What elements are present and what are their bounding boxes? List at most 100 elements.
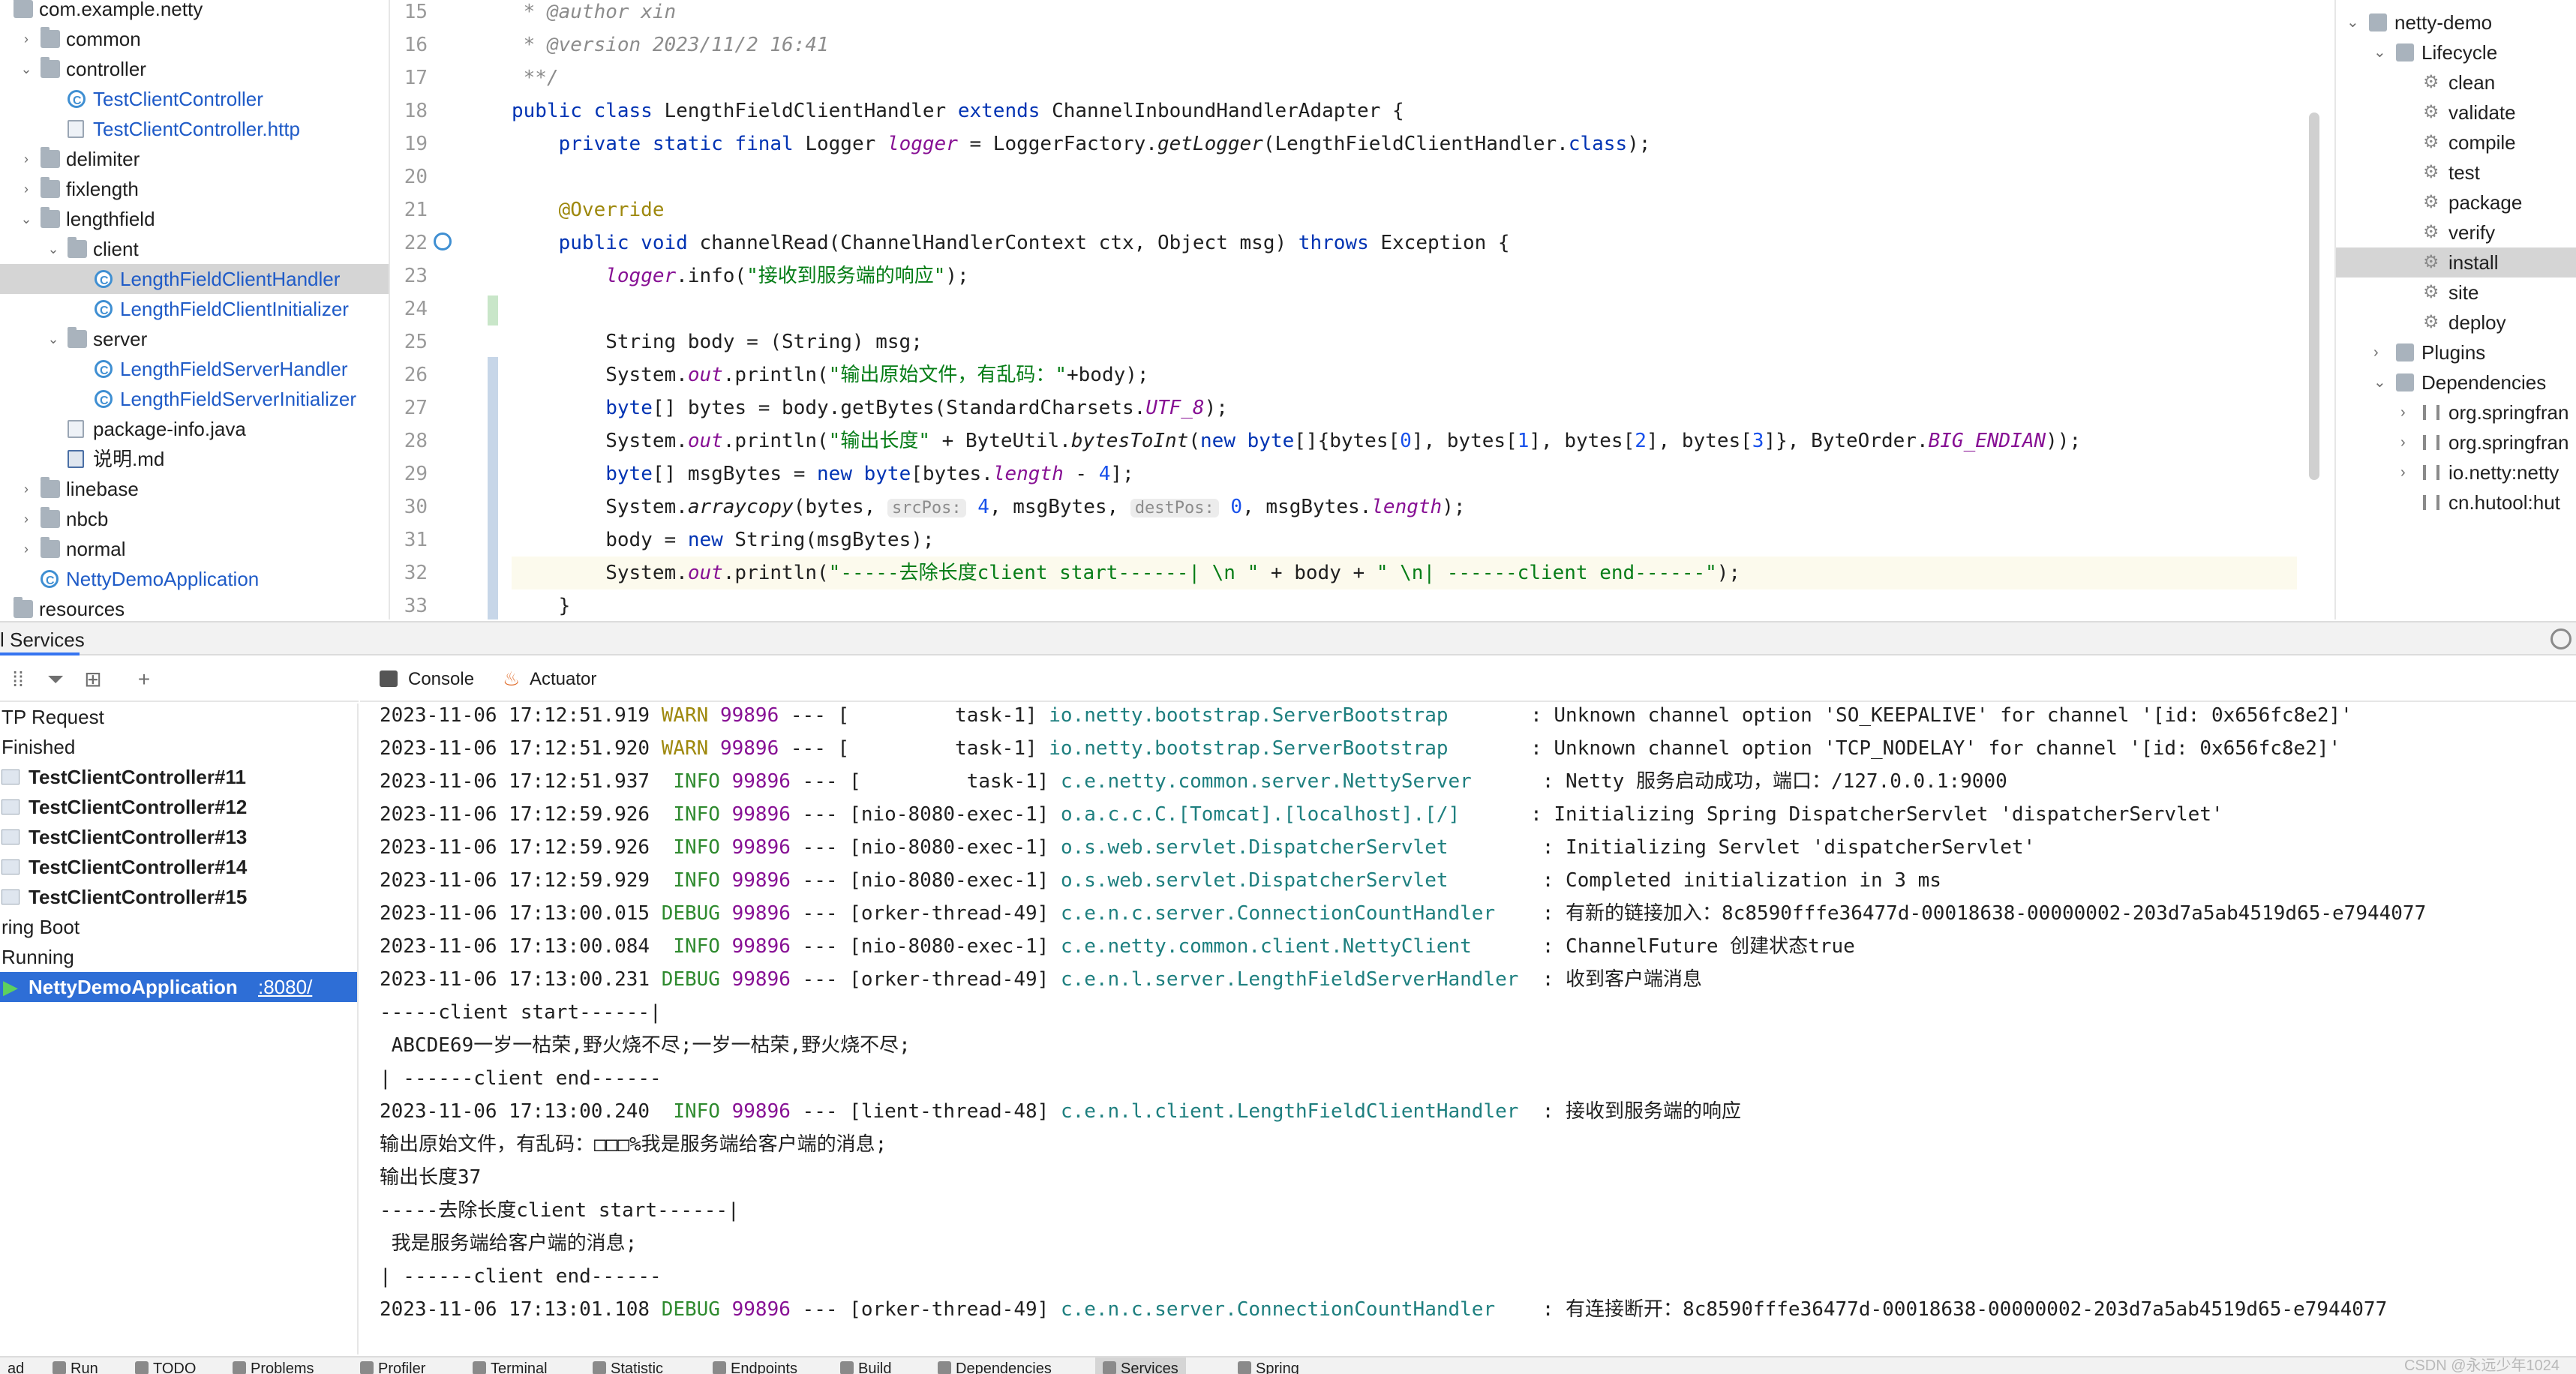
bottom-tab[interactable]: Endpoints xyxy=(705,1358,805,1374)
bottom-tab[interactable]: Terminal xyxy=(465,1358,555,1374)
code-line[interactable]: logger.info("接收到服务端的响应"); xyxy=(512,260,2297,292)
override-icon[interactable] xyxy=(434,232,452,250)
tree-item[interactable]: › nbcb xyxy=(0,504,389,534)
maven-item[interactable]: ⚙ compile xyxy=(2336,128,2576,158)
bottom-tab[interactable]: Services xyxy=(1095,1358,1186,1374)
tree-item[interactable]: LengthFieldServerInitializer xyxy=(0,384,389,416)
tree-item[interactable]: com.example.netty xyxy=(0,0,389,24)
tab-actuator[interactable]: Actuator xyxy=(530,657,596,702)
tree-item[interactable]: ⌄ client xyxy=(0,234,389,264)
add-icon[interactable]: + xyxy=(132,668,156,692)
chevron-right-icon[interactable]: › xyxy=(18,474,35,504)
bottom-tab[interactable]: Statistic xyxy=(585,1358,671,1374)
code-line[interactable]: System.arraycopy(bytes, srcPos: 4, msgBy… xyxy=(512,490,2297,524)
service-item[interactable]: ▶ NettyDemoApplication:8080/ xyxy=(0,972,357,1002)
bottom-tab[interactable]: Problems xyxy=(225,1358,321,1374)
chevron-right-icon[interactable]: › xyxy=(2373,338,2379,368)
chevron-right-icon[interactable]: › xyxy=(18,504,35,534)
bottom-tab[interactable]: Run xyxy=(45,1358,106,1374)
chevron-down-icon[interactable]: ⌄ xyxy=(18,54,35,84)
service-item[interactable]: ring Boot xyxy=(0,912,357,942)
editor-scrollbar[interactable] xyxy=(2309,112,2319,480)
service-item[interactable]: TestClientController#11 xyxy=(0,762,357,792)
chevron-right-icon[interactable]: › xyxy=(18,24,35,54)
service-item[interactable]: TP Request xyxy=(0,704,357,732)
code-line[interactable]: System.out.println("输出长度" + ByteUtil.byt… xyxy=(512,424,2297,458)
tree-item[interactable]: resources xyxy=(0,594,389,620)
maven-item[interactable]: ⚙ validate xyxy=(2336,98,2576,128)
service-item[interactable]: Finished xyxy=(0,732,357,762)
bottom-tab[interactable]: Build xyxy=(833,1358,899,1374)
chevron-right-icon[interactable]: › xyxy=(2400,458,2406,488)
service-item[interactable]: TestClientController#15 xyxy=(0,882,357,912)
chevron-down-icon[interactable]: ⌄ xyxy=(45,324,62,354)
code-line[interactable]: public void channelRead(ChannelHandlerCo… xyxy=(512,226,2297,260)
chevron-down-icon[interactable]: ⌄ xyxy=(18,204,35,234)
maven-item[interactable]: ⚙ test xyxy=(2336,158,2576,188)
port-link[interactable]: :8080/ xyxy=(258,972,312,1002)
maven-item[interactable]: ⌄ netty-demo xyxy=(2336,8,2576,38)
tree-item[interactable]: LengthFieldClientInitializer xyxy=(0,294,389,326)
tree-item[interactable]: ⌄ lengthfield xyxy=(0,204,389,234)
gear-icon[interactable] xyxy=(2550,628,2571,650)
service-item[interactable]: TestClientController#13 xyxy=(0,822,357,852)
tree-item[interactable]: › common xyxy=(0,24,389,54)
code-line[interactable]: byte[] msgBytes = new byte[bytes.length … xyxy=(512,458,2297,490)
maven-item[interactable]: cn.hutool:hut xyxy=(2336,488,2576,518)
service-item[interactable]: TestClientController#14 xyxy=(0,852,357,882)
service-item[interactable]: TestClientController#12 xyxy=(0,792,357,822)
tree-item[interactable]: TestClientController.http xyxy=(0,114,389,144)
tree-item[interactable]: › delimiter xyxy=(0,144,389,174)
filter-icon[interactable]: ⏷ xyxy=(44,668,68,692)
code-line[interactable]: System.out.println("输出原始文件，有乱码："+body); xyxy=(512,358,2297,392)
tree-item[interactable]: LengthFieldClientHandler xyxy=(0,264,389,296)
new-tab-icon[interactable]: ⊞ xyxy=(81,668,105,692)
chevron-right-icon[interactable]: › xyxy=(18,144,35,174)
tree-item[interactable]: › linebase xyxy=(0,474,389,504)
tree-item[interactable]: LengthFieldServerHandler xyxy=(0,354,389,386)
maven-item[interactable]: ⌄ Dependencies xyxy=(2336,368,2576,398)
code-line[interactable]: **/ xyxy=(512,62,2297,94)
maven-item[interactable]: ⚙ clean xyxy=(2336,68,2576,98)
maven-item[interactable]: ⌄ Lifecycle xyxy=(2336,38,2576,68)
code-line[interactable]: * @version 2023/11/2 16:41 xyxy=(512,28,2297,62)
code-line[interactable]: System.out.println("-----去除长度client star… xyxy=(512,556,2297,590)
code-line[interactable]: @Override xyxy=(512,194,2297,226)
maven-item[interactable]: › org.springfran xyxy=(2336,428,2576,458)
maven-item[interactable]: ⚙ package xyxy=(2336,188,2576,218)
maven-item[interactable]: ⚙ install xyxy=(2336,248,2576,278)
tree-item[interactable]: › normal xyxy=(0,534,389,564)
tree-item[interactable]: package-info.java xyxy=(0,414,389,444)
tree-item[interactable]: ⌄ controller xyxy=(0,54,389,84)
maven-item[interactable]: ⚙ verify xyxy=(2336,218,2576,248)
chevron-down-icon[interactable]: ⌄ xyxy=(2373,38,2386,68)
chevron-right-icon[interactable]: › xyxy=(2400,428,2406,458)
tree-item[interactable]: ⌄ server xyxy=(0,324,389,354)
tree-item[interactable]: TestClientController xyxy=(0,84,389,116)
code-editor[interactable]: 15 16 17 18 19 20 21 22 23 24 25 26 27 28 29 30 31 32 33 *… xyxy=(392,0,2333,620)
bottom-tab[interactable]: Dependencies xyxy=(930,1358,1059,1374)
chevron-right-icon[interactable]: › xyxy=(18,174,35,204)
tree-item[interactable]: 说明.md xyxy=(0,444,389,474)
chevron-down-icon[interactable]: ⌄ xyxy=(2346,8,2359,38)
bottom-tab[interactable]: Profiler xyxy=(353,1358,433,1374)
service-item[interactable]: Running xyxy=(0,942,357,972)
code-line[interactable]: * @author xin xyxy=(512,0,2297,28)
console-log[interactable]: 2023-11-06 17:12:51.919 WARN 99896 --- [… xyxy=(360,704,2576,1354)
code-line[interactable]: public class LengthFieldClientHandler ex… xyxy=(512,94,2297,128)
tree-item[interactable]: NettyDemoApplication xyxy=(0,564,389,596)
chevron-down-icon[interactable]: ⌄ xyxy=(45,234,62,264)
chevron-right-icon[interactable]: › xyxy=(2400,398,2406,428)
maven-item[interactable]: ⚙ deploy xyxy=(2336,308,2576,338)
code-line[interactable]: byte[] bytes = body.getBytes(StandardCha… xyxy=(512,392,2297,424)
code-line[interactable]: String body = (String) msg; xyxy=(512,326,2297,358)
maven-item[interactable]: ⚙ site xyxy=(2336,278,2576,308)
maven-item[interactable]: › io.netty:netty xyxy=(2336,458,2576,488)
bottom-tab[interactable]: Spring xyxy=(1230,1358,1307,1374)
code-line[interactable]: private static final Logger logger = Log… xyxy=(512,128,2297,160)
chevron-down-icon[interactable]: ⌄ xyxy=(2373,368,2386,398)
maven-item[interactable]: › org.springfran xyxy=(2336,398,2576,428)
code-line[interactable]: body = new String(msgBytes); xyxy=(512,524,2297,556)
code-line[interactable]: } xyxy=(512,590,2297,620)
group-icon[interactable]: ⁞⁞ xyxy=(6,668,30,692)
